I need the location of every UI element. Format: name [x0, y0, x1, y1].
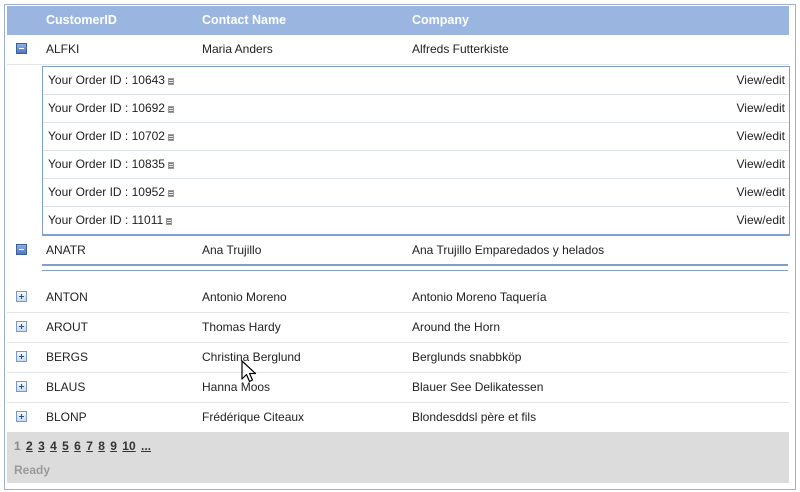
order-row[interactable]: Your Order ID : 10835 View/edit [43, 151, 789, 179]
order-id-label: Your Order ID : 11011 [48, 213, 164, 227]
note-icon [167, 134, 174, 141]
contact-name: Thomas Hardy [202, 320, 281, 334]
status-text: Ready [14, 463, 51, 477]
contact-name: Ana Trujillo [202, 243, 262, 257]
page-link[interactable]: 9 [110, 439, 117, 453]
orders-detail-table-empty [42, 264, 788, 271]
table-row-blaus[interactable]: BLAUS Hanna Moos Blauer See Delikatessen [7, 372, 789, 403]
table-row-blonp[interactable]: BLONP Frédérique Citeaux Blondesddsl pèr… [7, 402, 789, 432]
table-row-anton[interactable]: ANTON Antonio Moreno Antonio Moreno Taqu… [7, 282, 789, 313]
column-header-company[interactable]: Company [412, 6, 469, 35]
view-edit-link[interactable]: View/edit [737, 67, 785, 94]
note-icon [167, 78, 174, 85]
company-name: Berglunds snabbköp [412, 350, 522, 364]
page-links: 1 2 3 4 5 6 7 8 9 10 ... [14, 439, 153, 453]
customer-id: ALFKI [46, 42, 80, 56]
expand-icon[interactable] [16, 321, 27, 332]
contact-name: Maria Anders [202, 42, 273, 56]
column-header-customerid[interactable]: CustomerID [46, 6, 117, 35]
page-link[interactable]: 7 [86, 439, 93, 453]
order-row[interactable]: Your Order ID : 11011 View/edit [43, 207, 789, 234]
page-link[interactable]: 4 [50, 439, 57, 453]
expand-icon[interactable] [16, 381, 27, 392]
page-link[interactable]: 5 [62, 439, 69, 453]
view-edit-link[interactable]: View/edit [737, 207, 785, 234]
table-row-bergs[interactable]: BERGS Christina Berglund Berglunds snabb… [7, 342, 789, 373]
customer-id: BLAUS [46, 380, 86, 394]
page-link[interactable]: 3 [38, 439, 45, 453]
customer-id: AROUT [46, 320, 88, 334]
contact-name: Frédérique Citeaux [202, 410, 305, 424]
page-link[interactable]: 6 [74, 439, 81, 453]
page-link[interactable]: 2 [26, 439, 33, 453]
page-link-current: 1 [14, 439, 21, 453]
order-row[interactable]: Your Order ID : 10952 View/edit [43, 179, 789, 207]
order-id-label: Your Order ID : 10702 [48, 129, 165, 143]
expand-icon[interactable] [16, 351, 27, 362]
mouse-cursor-icon [241, 360, 257, 383]
company-name: Ana Trujillo Emparedados y helados [412, 243, 605, 257]
orders-detail-table: Your Order ID : 10643 View/edit Your Ord… [42, 66, 790, 236]
column-header-contact-name[interactable]: Contact Name [202, 6, 286, 35]
expand-icon[interactable] [16, 291, 27, 302]
note-icon [167, 106, 174, 113]
contact-name: Antonio Moreno [202, 290, 287, 304]
customer-id: BERGS [46, 350, 89, 364]
order-id-label: Your Order ID : 10643 [48, 73, 165, 87]
table-row-anatr[interactable]: ANATR Ana Trujillo Ana Trujillo Empareda… [7, 235, 789, 265]
collapse-icon[interactable] [16, 244, 27, 255]
company-name: Blondesddsl père et fils [412, 410, 537, 424]
order-row[interactable]: Your Order ID : 10692 View/edit [43, 95, 789, 123]
expand-icon[interactable] [16, 411, 27, 422]
order-id-label: Your Order ID : 10692 [48, 101, 165, 115]
customer-id: ANTON [46, 290, 88, 304]
table-row-arout[interactable]: AROUT Thomas Hardy Around the Horn [7, 312, 789, 343]
company-name: Alfreds Futterkiste [412, 42, 509, 56]
view-edit-link[interactable]: View/edit [737, 179, 785, 206]
page-link[interactable]: 10 [122, 439, 135, 453]
customer-id: ANATR [46, 243, 86, 257]
order-id-label: Your Order ID : 10835 [48, 157, 165, 171]
view-edit-link[interactable]: View/edit [737, 151, 785, 178]
view-edit-link[interactable]: View/edit [737, 95, 785, 122]
order-row[interactable]: Your Order ID : 10702 View/edit [43, 123, 789, 151]
view-edit-link[interactable]: View/edit [737, 123, 785, 150]
customer-id: BLONP [46, 410, 87, 424]
order-row[interactable]: Your Order ID : 10643 View/edit [43, 67, 789, 95]
note-icon [167, 190, 174, 197]
company-name: Antonio Moreno Taquería [412, 290, 547, 304]
grid-header: CustomerID Contact Name Company [7, 6, 789, 35]
order-id-label: Your Order ID : 10952 [48, 185, 165, 199]
note-icon [167, 162, 174, 169]
company-name: Around the Horn [412, 320, 501, 334]
pager-bar: 1 2 3 4 5 6 7 8 9 10 ... Ready [7, 432, 789, 483]
company-name: Blauer See Delikatessen [412, 380, 544, 394]
note-icon [166, 218, 173, 225]
page-link[interactable]: 8 [98, 439, 105, 453]
page-link-more[interactable]: ... [141, 439, 151, 453]
collapse-icon[interactable] [16, 43, 27, 54]
table-row-alfki[interactable]: ALFKI Maria Anders Alfreds Futterkiste [7, 34, 789, 65]
